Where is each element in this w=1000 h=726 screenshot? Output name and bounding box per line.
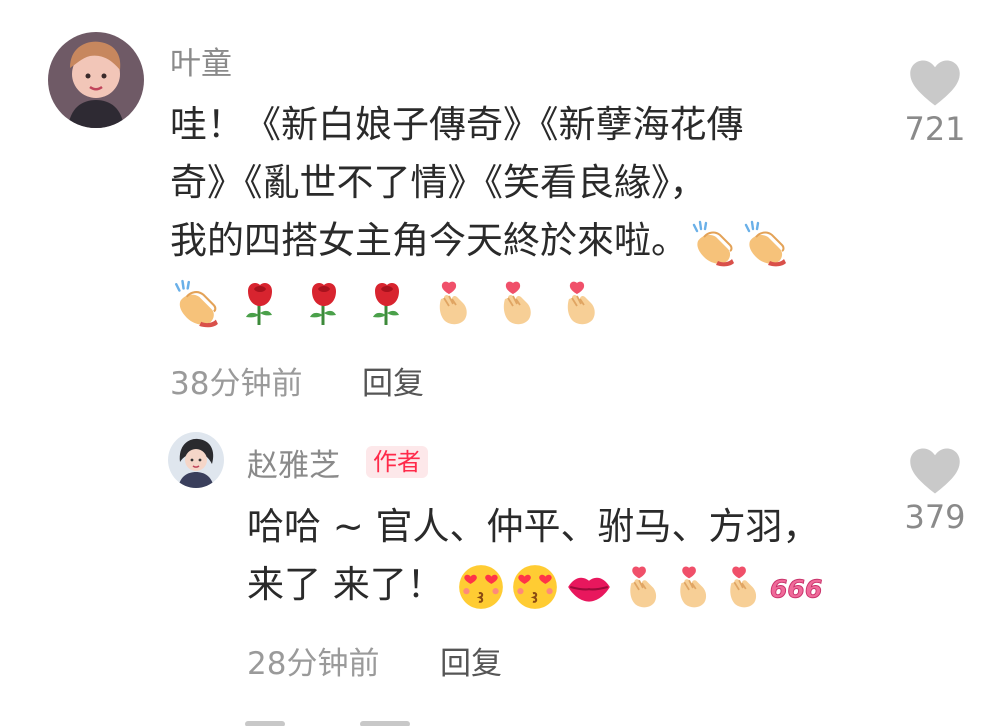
comment-time: 38分钟前 [170,366,303,402]
clap-icon [740,219,788,267]
rose-icon [363,278,411,328]
comment-line-text: 来了 来了！ [247,563,444,606]
reply-button[interactable]: 回复 [362,358,424,403]
comment-text: 哈哈 ~ 官人、仲平、驸马、方羽， 来了 来了！ [247,498,828,614]
heart-icon [908,446,962,496]
emoji-line [170,270,792,330]
clap-icon [688,219,736,267]
comment-text: 哇！《新白娘子傳奇》《新孽海花傳 奇》《亂世不了情》《笑看良緣》， 我的四搭女主… [170,96,792,330]
author-badge: 作者 [366,446,428,478]
avatar[interactable] [48,32,144,128]
lips-icon [564,562,614,612]
comment-line: 奇》《亂世不了情》《笑看良緣》， [170,161,707,204]
comment-line: 哇！《新白娘子傳奇》《新孽海花傳 [170,103,744,146]
finger-heart-icon [555,278,603,328]
finger-heart-icon [668,562,714,612]
finger-heart-icon [427,278,475,328]
username[interactable]: 赵雅芝 [247,440,340,485]
reply-button[interactable]: 回复 [440,638,502,683]
finger-heart-icon [618,562,664,612]
comment-time: 28分钟前 [247,646,380,682]
comment-line: 来了 来了！ [247,556,828,614]
heart-eyes-icon [456,562,506,612]
like-count: 379 [904,498,966,536]
like-button[interactable]: 379 [895,446,975,536]
like-button[interactable]: 721 [895,58,975,148]
username[interactable]: 叶童 [170,38,232,83]
avatar[interactable] [168,432,224,488]
comment-line: 哈哈 ~ 官人、仲平、驸马、方羽， [247,505,820,548]
clap-icon [170,278,220,328]
rose-icon [300,278,348,328]
comment-line-text: 我的四搭女主角今天終於來啦。 [170,219,688,262]
heart-icon [908,58,962,108]
666-icon [768,567,824,607]
like-count: 721 [904,110,966,148]
comment-line: 我的四搭女主角今天終於來啦。 [170,212,792,270]
finger-heart-icon [718,562,764,612]
rose-icon [236,278,284,328]
heart-eyes-icon [510,562,560,612]
next-comment-cutoff [245,712,465,726]
finger-heart-icon [491,278,539,328]
